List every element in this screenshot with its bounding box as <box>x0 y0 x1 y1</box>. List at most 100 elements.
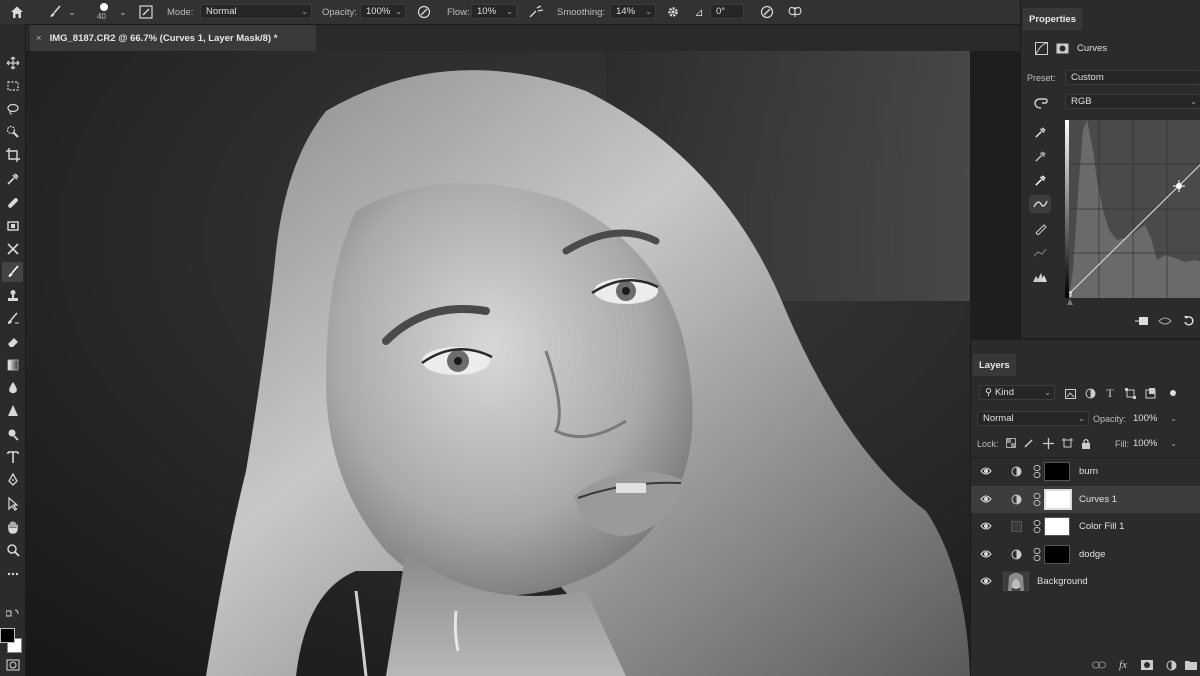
layer-mask-thumbnail[interactable] <box>1044 489 1072 510</box>
airbrush-icon[interactable] <box>527 3 545 21</box>
pressure-size-icon[interactable] <box>758 3 776 21</box>
eraser-icon[interactable] <box>2 332 23 352</box>
channel-dropdown[interactable]: RGB ⌄ <box>1065 94 1200 109</box>
lock-artboard-icon[interactable] <box>1061 437 1073 449</box>
brush-size-value[interactable]: 40 <box>97 9 106 23</box>
gear-icon[interactable] <box>664 3 682 21</box>
link-layers-icon[interactable] <box>1091 658 1107 672</box>
layer-row-burn[interactable]: burn <box>971 458 1200 485</box>
kind-filter[interactable]: ⚲ Kind ⌄ <box>979 385 1055 400</box>
quick-mask-icon[interactable] <box>2 658 23 672</box>
smooth-curve-icon[interactable] <box>1031 243 1049 261</box>
target-adjust-icon[interactable] <box>1031 94 1049 110</box>
layer-row-color-fill-1[interactable]: Color Fill 1 <box>971 513 1200 540</box>
lock-transparent-icon[interactable] <box>1005 437 1017 449</box>
layers-tab[interactable]: Layers <box>973 354 1016 376</box>
pencil-icon[interactable] <box>1031 219 1049 237</box>
blur-icon[interactable] <box>2 378 23 398</box>
chevron-down-icon[interactable]: ⌄ <box>118 5 128 19</box>
gradient-icon[interactable] <box>2 355 23 375</box>
marquee-icon[interactable] <box>2 76 23 96</box>
add-mask-icon[interactable] <box>1139 658 1155 672</box>
eye-icon[interactable] <box>980 548 992 560</box>
curve-point-mode-icon[interactable] <box>1029 195 1051 213</box>
path-select-icon[interactable] <box>2 494 23 514</box>
curves-graph[interactable] <box>1065 120 1200 298</box>
eye-icon[interactable] <box>980 575 992 587</box>
layer-mask-thumbnail[interactable] <box>1044 517 1070 536</box>
layer-mask-thumbnail[interactable] <box>1044 462 1070 481</box>
quick-select-icon[interactable] <box>2 122 23 142</box>
history-brush-icon[interactable] <box>2 309 23 329</box>
brush-settings-icon[interactable] <box>137 3 155 21</box>
clip-to-layer-icon[interactable] <box>1133 314 1149 328</box>
flow-field[interactable]: 10% ⌄ <box>471 4 517 19</box>
link-icon[interactable] <box>1033 493 1041 506</box>
pen-icon[interactable] <box>2 470 23 490</box>
chevron-down-icon[interactable]: ⌄ <box>67 5 77 19</box>
white-point-eyedropper-icon[interactable] <box>1031 171 1049 189</box>
eyedropper-icon[interactable] <box>2 169 23 189</box>
background-thumbnail[interactable] <box>1003 572 1029 591</box>
new-group-icon[interactable] <box>1183 658 1199 672</box>
view-previous-icon[interactable] <box>1157 314 1173 328</box>
layer-row-curves-1[interactable]: Curves 1 <box>971 486 1200 513</box>
close-tab-icon[interactable]: × <box>36 33 42 44</box>
layer-opacity-field[interactable]: 100% ⌄ <box>1133 411 1177 426</box>
dodge-burn-icon[interactable] <box>2 425 23 445</box>
pressure-opacity-icon[interactable] <box>415 3 433 21</box>
new-adjustment-icon[interactable] <box>1163 658 1179 672</box>
eye-icon[interactable] <box>980 465 992 477</box>
black-point-eyedropper-icon[interactable] <box>1031 123 1049 141</box>
link-icon[interactable] <box>1033 520 1041 533</box>
fill-field[interactable]: 100% ⌄ <box>1133 436 1177 451</box>
layer-row-background[interactable]: Background <box>971 568 1200 595</box>
layer-row-dodge[interactable]: dodge <box>971 541 1200 568</box>
type-icon[interactable] <box>2 447 23 467</box>
angle-field[interactable]: 0° <box>710 4 744 19</box>
input-slider[interactable] <box>1065 298 1200 306</box>
more-tools-icon[interactable] <box>2 564 23 584</box>
color-fill-swatch[interactable] <box>1011 521 1022 532</box>
properties-tab[interactable]: Properties <box>1023 8 1082 30</box>
mode-dropdown[interactable]: Normal ⌄ <box>200 4 312 19</box>
reset-icon[interactable] <box>1181 314 1197 328</box>
canvas[interactable] <box>26 51 970 676</box>
move-icon[interactable] <box>2 53 23 73</box>
patch-icon[interactable] <box>2 216 23 236</box>
healing-icon[interactable] <box>2 193 23 213</box>
blend-mode-dropdown[interactable]: Normal ⌄ <box>977 411 1089 426</box>
clipping-warning-icon[interactable] <box>1031 267 1049 285</box>
stamp-icon[interactable] <box>2 286 23 306</box>
filter-adjustment-icon[interactable] <box>1083 387 1097 400</box>
symmetry-icon[interactable] <box>786 3 804 21</box>
filter-toggle-icon[interactable] <box>1170 390 1176 396</box>
lasso-icon[interactable] <box>2 99 23 119</box>
brush-icon[interactable] <box>2 262 23 282</box>
zoom-icon[interactable] <box>2 540 23 560</box>
filter-type-icon[interactable]: T <box>1103 386 1117 400</box>
link-icon[interactable] <box>1033 548 1041 561</box>
layer-mask-icon[interactable] <box>1054 40 1070 56</box>
content-aware-move-icon[interactable] <box>2 239 23 259</box>
fx-icon[interactable]: fx <box>1115 658 1131 672</box>
filter-smart-object-icon[interactable] <box>1143 387 1157 400</box>
layer-mask-thumbnail[interactable] <box>1044 545 1070 564</box>
link-icon[interactable] <box>1033 465 1041 478</box>
smoothing-field[interactable]: 14% ⌄ <box>610 4 656 19</box>
dodge-icon[interactable] <box>2 401 23 421</box>
preset-dropdown[interactable]: Custom <box>1065 70 1200 85</box>
eye-icon[interactable] <box>980 520 992 532</box>
crop-icon[interactable] <box>2 145 23 165</box>
lock-all-icon[interactable] <box>1080 437 1092 449</box>
opacity-field[interactable]: 100% ⌄ <box>360 4 406 19</box>
swap-colors-icon[interactable] <box>2 608 23 622</box>
foreground-color-swatch[interactable] <box>0 628 15 643</box>
gray-point-eyedropper-icon[interactable] <box>1031 147 1049 165</box>
lock-pixels-icon[interactable] <box>1023 437 1035 449</box>
filter-pixel-icon[interactable] <box>1063 387 1077 400</box>
brush-preset-icon[interactable] <box>46 3 64 21</box>
hand-icon[interactable] <box>2 517 23 537</box>
eye-icon[interactable] <box>980 493 992 505</box>
document-tab[interactable]: × IMG_8187.CR2 @ 66.7% (Curves 1, Layer … <box>30 25 316 51</box>
